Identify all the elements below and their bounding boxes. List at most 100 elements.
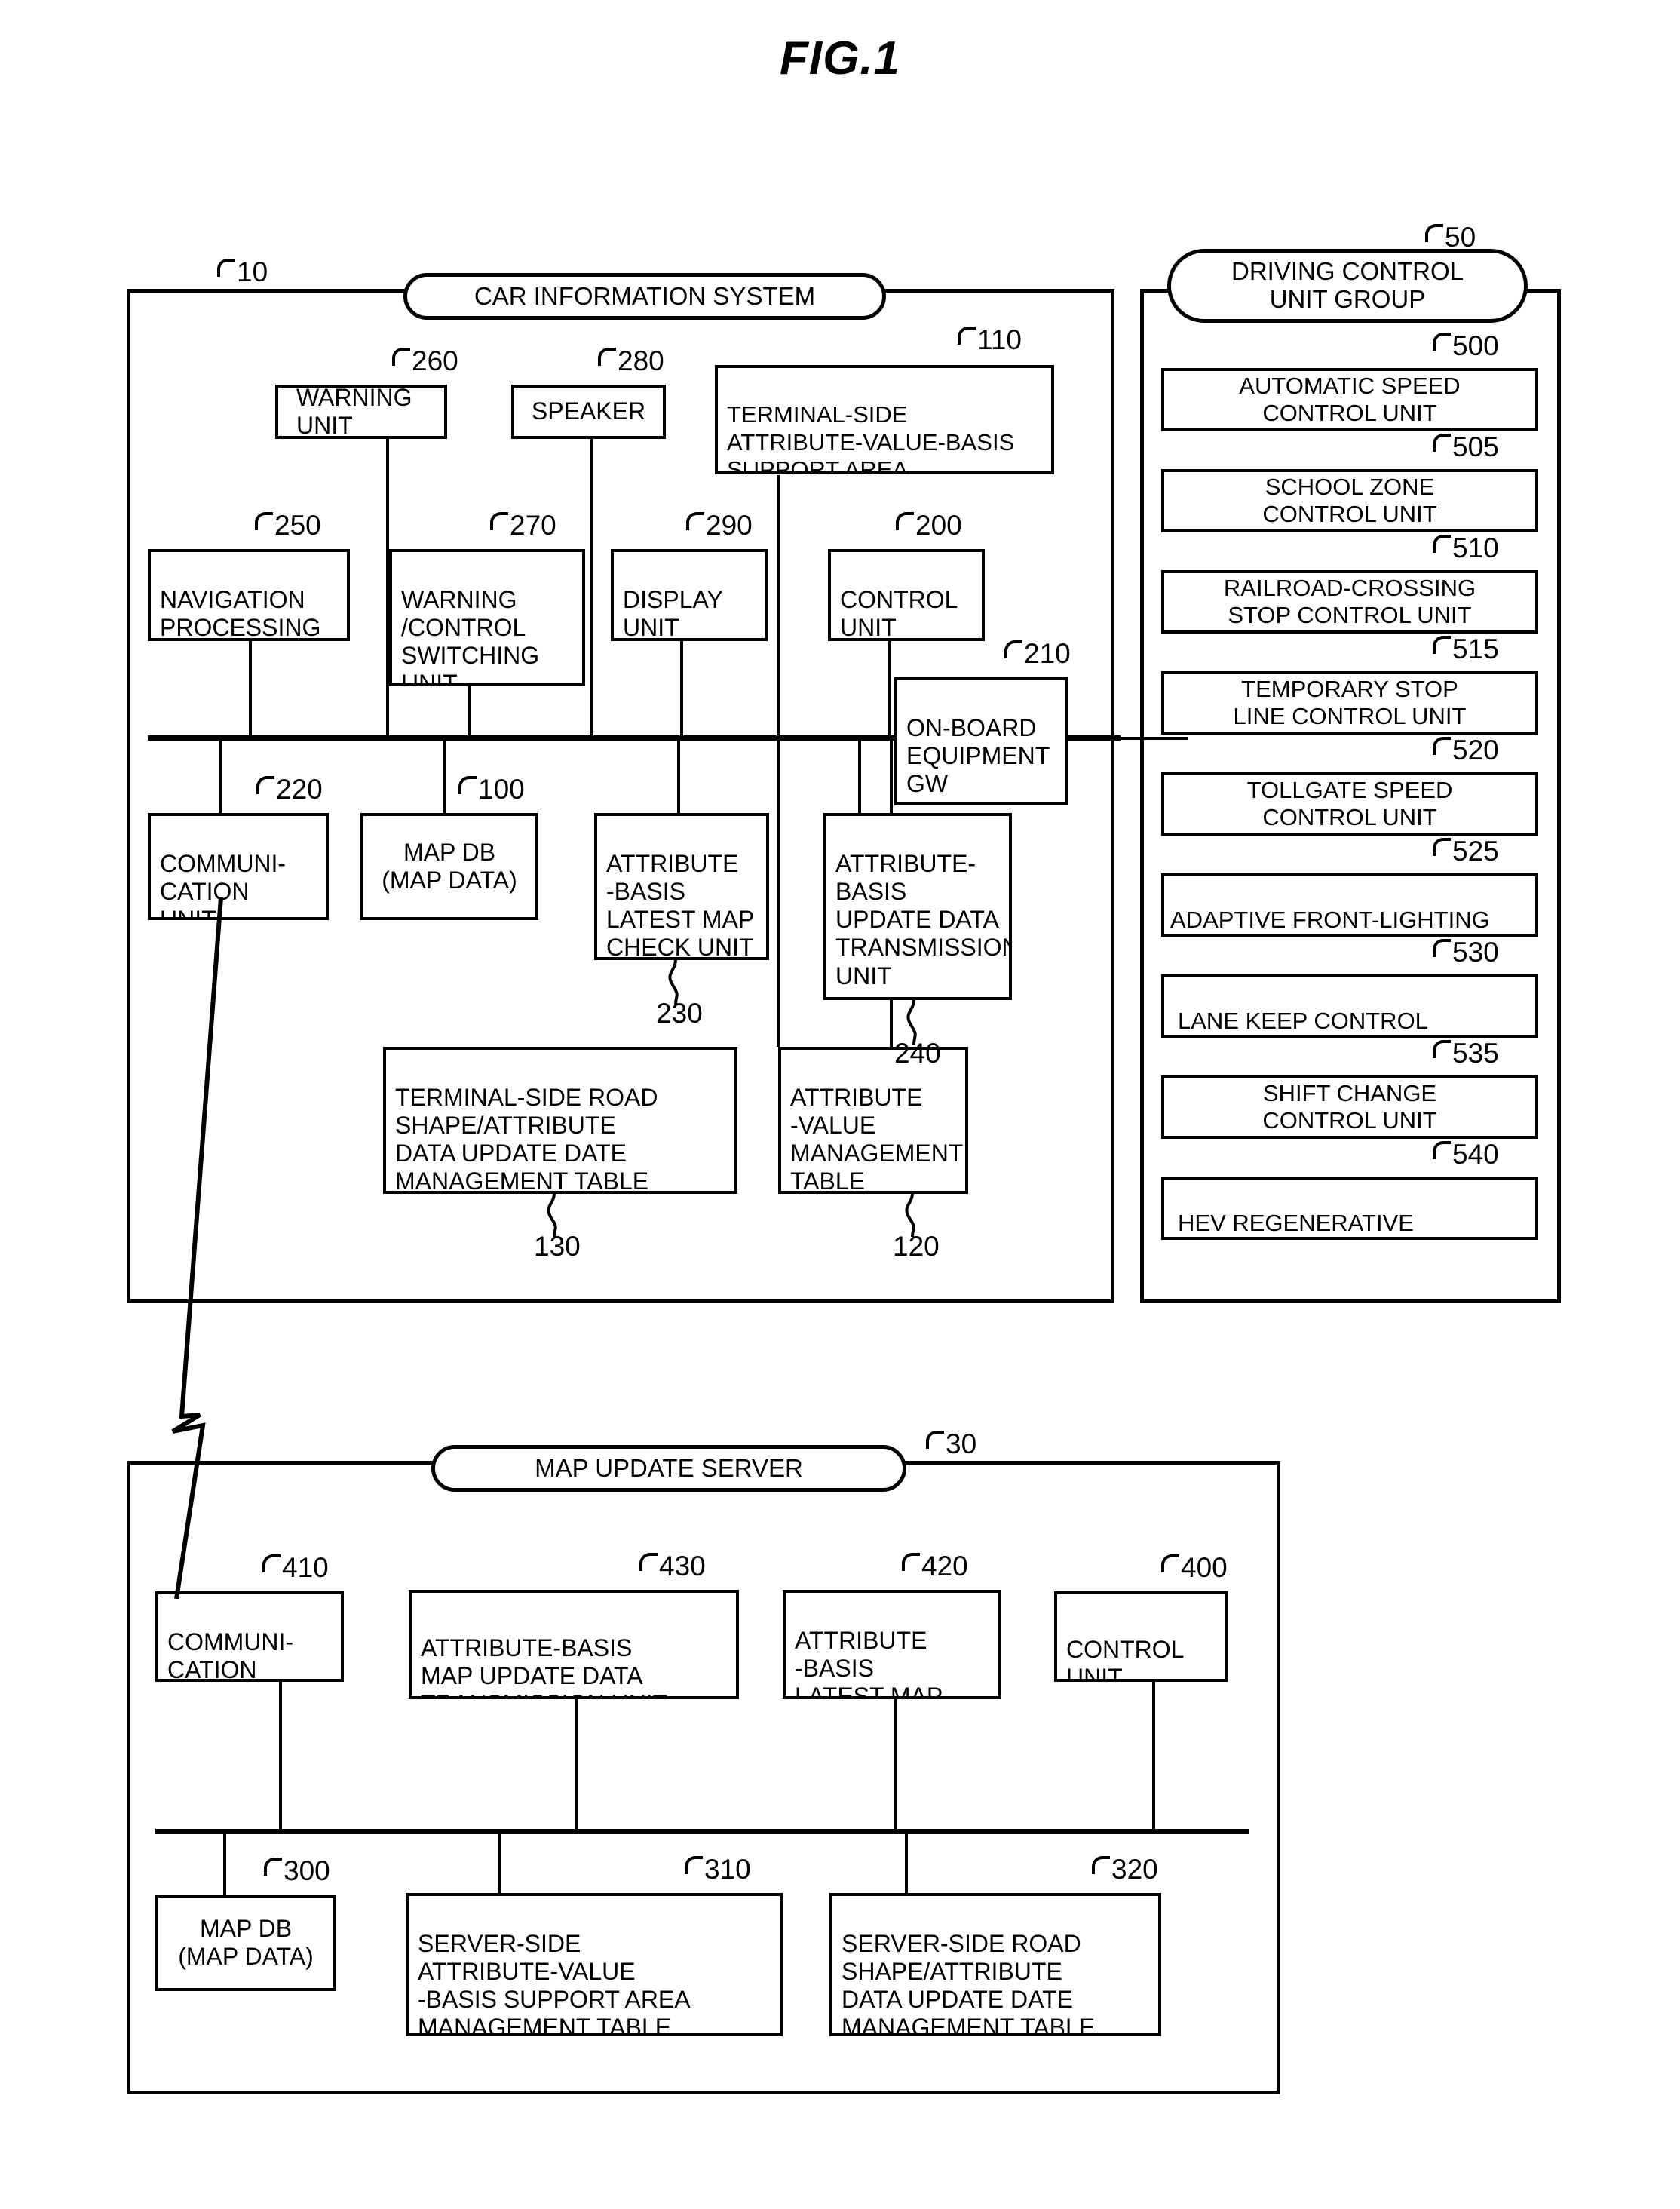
car-information-system-title: CAR INFORMATION SYSTEM [403,273,886,320]
component-on-board-equipment-gw[interactable]: ON-BOARD EQUIPMENT GW [894,677,1068,805]
ref-callout-280: 280 [598,347,664,375]
server-component-map-db[interactable]: MAP DB (MAP DATA) [155,1895,336,1991]
map-update-server-title-label: MAP UPDATE SERVER [535,1453,803,1482]
unit-hev-regenerative-brake-control[interactable]: HEV REGENERATIVE BRAKE CONTROL UNIT [1161,1177,1538,1240]
component-warning-unit[interactable]: WARNING UNIT [275,385,447,439]
leader-hook-icon [458,776,477,794]
connector-navigation-processing-unit [249,641,252,738]
connector-attribute-basis-latest-map-check-unit [677,738,680,821]
ref-callout-410: 410 [262,1554,329,1582]
figure-title: FIG.1 [779,32,901,84]
leader-hook-icon [1092,1856,1110,1874]
leader-hook-icon [1433,1141,1451,1159]
leader-hook-icon [1433,1040,1451,1058]
component-speaker[interactable]: SPEAKER [511,385,666,439]
ref-callout-515: 515 [1433,635,1499,663]
leader-hook-icon [392,348,410,366]
component-control-unit[interactable]: CONTROL UNIT [828,549,985,641]
connector-terminal-side-table [777,475,780,738]
server-component-communication-unit[interactable]: COMMUNI- CATION UNIT [155,1591,344,1682]
leader-hook-icon [685,1856,703,1874]
connector-server-attribute-value-support-area-table [498,1831,501,1899]
leader-hook-icon [926,1431,944,1449]
leader-hook-icon [598,348,616,366]
ref-callout-300: 300 [264,1857,330,1885]
component-terminal-side-support-area-table[interactable]: TERMINAL-SIDE ATTRIBUTE-VALUE-BASIS SUPP… [715,365,1054,474]
leader-hook-icon [639,1553,658,1571]
server-component-map-update-data-transmission-unit[interactable]: ATTRIBUTE-BASIS MAP UPDATE DATA TRANSMIS… [409,1590,739,1699]
unit-temporary-stop-line-control[interactable]: TEMPORARY STOP LINE CONTROL UNIT [1161,671,1538,735]
server-component-road-shape-attribute-table[interactable]: SERVER-SIDE ROAD SHAPE/ATTRIBUTE DATA UP… [829,1893,1161,2036]
unit-automatic-speed-control[interactable]: AUTOMATIC SPEED CONTROL UNIT [1161,368,1538,431]
ref-callout-290: 290 [686,511,753,539]
ref-callout-30: 30 [926,1430,976,1458]
leader-hook-icon [264,1858,282,1876]
leader-hook-icon [896,512,914,530]
unit-lane-keep-control[interactable]: LANE KEEP CONTROL UNIT [1161,974,1538,1038]
unit-tollgate-speed-control[interactable]: TOLLGATE SPEED CONTROL UNIT [1161,772,1538,836]
component-warning-control-switching-unit[interactable]: WARNING /CONTROL SWITCHING UNIT [389,549,585,686]
connector-display-unit [680,641,683,738]
ref-callout-525: 525 [1433,837,1499,865]
ref-callout-270: 270 [490,511,556,539]
car-information-system-title-label: CAR INFORMATION SYSTEM [474,281,816,310]
connector-control-unit [888,641,891,738]
component-terminal-side-road-shape-attribute-table[interactable]: TERMINAL-SIDE ROAD SHAPE/ATTRIBUTE DATA … [383,1047,737,1194]
map-update-server-title: MAP UPDATE SERVER [431,1445,906,1492]
connector-server-map-update-data-transmission-unit [575,1697,578,1831]
connector-server-communication-unit [279,1680,282,1831]
leader-hook-icon [1433,838,1451,856]
component-map-db[interactable]: MAP DB (MAP DATA) [360,813,538,920]
leader-hook-icon [1004,640,1022,658]
component-display-unit[interactable]: DISPLAY UNIT [611,549,768,641]
connector-terminal-side-road-shape-table [777,738,780,1047]
leader-hook-icon [686,512,704,530]
ref-callout-500: 500 [1433,332,1499,360]
map-update-server-bus [155,1829,1249,1834]
connector-server-map-db [223,1831,226,1899]
component-attribute-basis-update-data-transmission-unit[interactable]: ATTRIBUTE- BASIS UPDATE DATA TRANSMISSIO… [823,813,1012,1000]
leader-hook-icon [958,327,976,345]
connector-communication-unit [219,738,222,821]
ref-callout-540: 540 [1433,1140,1499,1168]
leader-hook-icon [490,512,508,530]
unit-railroad-crossing-stop-control[interactable]: RAILROAD-CROSSING STOP CONTROL UNIT [1161,570,1538,634]
ref-callout-110: 110 [958,326,1022,354]
server-component-control-unit[interactable]: CONTROL UNIT [1054,1591,1228,1682]
wireless-link-bolt-icon [171,897,223,1599]
ref-callout-240: 240 [894,1038,941,1069]
connector-server-road-shape-attribute-table [905,1831,908,1899]
leader-hook-icon [1433,737,1451,755]
ref-callout-320: 320 [1092,1855,1158,1883]
leader-hook-icon [1433,535,1451,553]
component-attribute-value-management-table[interactable]: ATTRIBUTE -VALUE MANAGEMENT TABLE [778,1047,968,1194]
leader-hook-icon [1433,434,1451,452]
component-navigation-processing-unit[interactable]: NAVIGATION PROCESSING UNIT [148,549,350,641]
ref-callout-430: 430 [639,1552,706,1580]
ref-callout-50: 50 [1425,223,1476,251]
ref-callout-505: 505 [1433,433,1499,461]
ref-callout-120: 120 [893,1231,940,1262]
connector-attribute-basis-update-data-transmission-unit [858,738,861,821]
driving-control-unit-group-title-label: DRIVING CONTROL UNIT GROUP [1231,257,1464,313]
leader-hook-icon [1425,224,1443,242]
leader-hook-icon [902,1553,920,1571]
driving-control-unit-group-title: DRIVING CONTROL UNIT GROUP [1167,249,1528,323]
ref-callout-535: 535 [1433,1039,1499,1067]
ref-callout-230: 230 [656,998,703,1029]
ref-callout-260: 260 [392,347,458,375]
connector-server-latest-map-check-unit [894,1697,897,1831]
component-attribute-basis-latest-map-check-unit[interactable]: ATTRIBUTE -BASIS LATEST MAP CHECK UNIT [594,813,769,960]
ref-callout-520: 520 [1433,736,1499,764]
unit-shift-change-control[interactable]: SHIFT CHANGE CONTROL UNIT [1161,1075,1538,1139]
ref-callout-10: 10 [217,258,268,286]
ref-callout-210: 210 [1004,640,1071,667]
unit-school-zone-control[interactable]: SCHOOL ZONE CONTROL UNIT [1161,469,1538,532]
server-component-latest-map-check-unit[interactable]: ATTRIBUTE -BASIS LATEST MAP CHECK UNIT [783,1590,1001,1699]
leader-hook-icon [1433,636,1451,654]
server-component-attribute-value-support-area-table[interactable]: SERVER-SIDE ATTRIBUTE-VALUE -BASIS SUPPO… [406,1893,783,2036]
ref-callout-250: 250 [255,511,321,539]
connector-server-control-unit [1152,1680,1155,1831]
connector-speaker [590,437,593,738]
unit-adaptive-front-lighting-control[interactable]: ADAPTIVE FRONT-LIGHTING CONTROL UNIT [1161,873,1538,937]
